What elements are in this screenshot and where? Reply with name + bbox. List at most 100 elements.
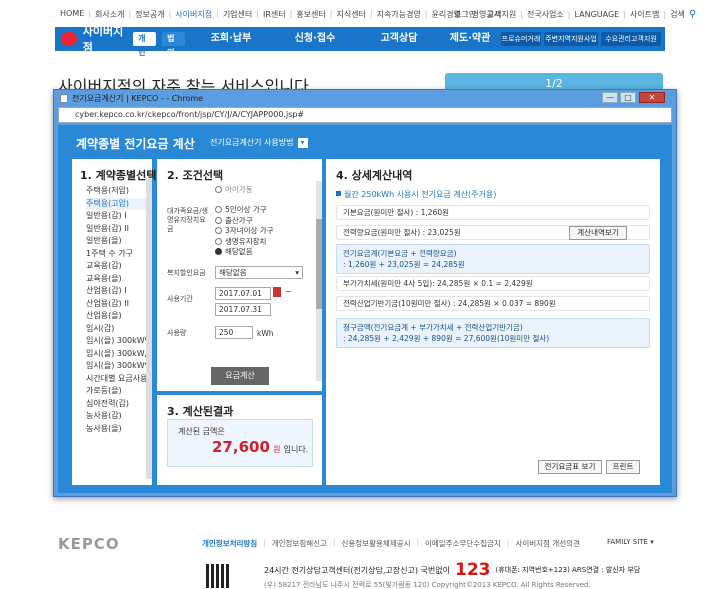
- print-button[interactable]: 프린트: [606, 460, 640, 474]
- option-three-children[interactable]: 3자녀이상 가구: [215, 226, 274, 237]
- chevron-down-icon: ▾: [650, 538, 654, 546]
- window-title: 전기요금계산기 | KEPCO - - Chrome: [72, 93, 204, 103]
- url-bar[interactable]: cyber.kepco.co.kr/ckepco/front/jsp/CY/J/…: [58, 107, 672, 123]
- footer-feedback[interactable]: 사이버지점 개선의견: [515, 538, 579, 549]
- util-login[interactable]: 로그인: [454, 9, 476, 20]
- rate-table-button[interactable]: 전기요금표 보기: [538, 460, 602, 474]
- qr-code-icon: [206, 564, 230, 588]
- date-tilde: ~: [285, 287, 292, 296]
- contract-type-item[interactable]: 교육용(갑): [86, 260, 151, 273]
- utility-links-left: HOME | 회사소개 | 정보공개 | 사이버지점 | 기업센터 | IR센터 | 홍보센…: [60, 9, 502, 20]
- contract-type-item[interactable]: 일반용(을): [86, 235, 151, 248]
- panel4-title: 4. 상세계산내역: [336, 169, 413, 182]
- contract-type-item[interactable]: 임시(을) 300kW▲: [86, 348, 151, 361]
- big-family-label: 대가족요금/생명유지장치요금: [167, 207, 208, 233]
- welfare-select[interactable]: 해당없음 ▾: [215, 266, 303, 279]
- contract-type-item[interactable]: 산업용(갑) II: [86, 298, 151, 311]
- util-link-sustain[interactable]: 지속가능경영: [377, 9, 421, 20]
- call-note: (휴대폰: 지역번호+123) ARS연결 : 발신자 부담: [495, 566, 641, 574]
- detail-view-button[interactable]: 계산내역보기: [569, 226, 627, 240]
- util-language[interactable]: LANGUAGE: [574, 10, 619, 19]
- date-to-field[interactable]: 2017.07.31: [215, 303, 271, 316]
- util-link-disclosure[interactable]: 정보공개: [135, 9, 164, 20]
- call-number: 123: [454, 560, 491, 580]
- nav-inquiry-payment[interactable]: 조회·납부: [189, 27, 273, 51]
- search-icon[interactable]: ⚲: [689, 9, 696, 20]
- footer-address: (우) 58217 전라남도 나주시 전력로 55(빛가람동 120) Copy…: [264, 581, 591, 589]
- contract-type-item[interactable]: 산업용(을): [86, 310, 151, 323]
- footer-privacy[interactable]: 개인정보처리방침: [202, 538, 257, 549]
- date-from-field[interactable]: 2017.07.01: [215, 287, 271, 300]
- contract-type-item[interactable]: 임시(을) 300kW▼: [86, 360, 151, 373]
- option-five-plus[interactable]: 5인이상 가구: [215, 205, 274, 216]
- nav-application[interactable]: 신청·접수: [273, 27, 357, 51]
- contract-type-item[interactable]: 주택용(저압): [86, 185, 151, 198]
- brand-label[interactable]: 사이버지점: [83, 23, 127, 55]
- guide-link[interactable]: 전기요금계산기 사용방법 ▾: [210, 137, 308, 148]
- util-link-ir[interactable]: IR센터: [263, 9, 286, 20]
- condition-panel: 2. 조건선택 아이가동 대가족요금/생명유지장치요금 5인이상 가구 출산가구…: [157, 159, 322, 391]
- partial-option[interactable]: 아이가동: [215, 185, 253, 196]
- utility-links-right: 로그인 | 고객지원 | 전국사업소 | LANGUAGE | 사이트맵 | 검색 ⚲: [454, 9, 697, 20]
- toggle-personal[interactable]: 개인: [133, 32, 157, 57]
- maximize-icon[interactable]: □: [620, 92, 636, 103]
- address-text: cyber.kepco.co.kr/ckepco/front/jsp/CY/J/…: [75, 110, 305, 119]
- util-offices[interactable]: 전국사업소: [527, 9, 564, 20]
- contract-type-item[interactable]: 교육용(을): [86, 273, 151, 286]
- row-base-fee: 기본요금(원미만 절사) : 1,260원: [336, 205, 650, 220]
- nav-consulting[interactable]: 고객상담: [357, 27, 441, 51]
- row-fund: 전력산업기반기금(10원미만 절사) : 24,285원 × 0.037 = 8…: [336, 296, 650, 311]
- calculate-button[interactable]: 요금계산: [211, 367, 269, 385]
- toggle-corporate[interactable]: 법인: [162, 32, 185, 57]
- period-label: 사용기간: [167, 295, 193, 303]
- util-support[interactable]: 고객지원: [487, 9, 516, 20]
- option-life-support[interactable]: 생명유지장치: [215, 237, 274, 248]
- contract-type-item[interactable]: 농사용(갑): [86, 410, 151, 423]
- window-titlebar[interactable]: 전기요금계산기 | KEPCO - - Chrome: [54, 90, 676, 106]
- usage-input[interactable]: 250: [215, 326, 253, 339]
- call-label: 24시간 전기상담고객센터(전기상담,고장신고) 국번없이: [264, 565, 450, 575]
- util-link-cyber[interactable]: 사이버지점: [175, 9, 212, 20]
- nav-demand-mgmt-button[interactable]: 수요관리고객지원: [601, 32, 661, 46]
- nav-brand: 사이버지점 개인 법인: [55, 25, 185, 57]
- footer-credit[interactable]: 신용정보활용체제공시: [341, 538, 410, 549]
- util-search[interactable]: 검색: [670, 9, 685, 20]
- contract-type-item[interactable]: 심야전력(갑): [86, 398, 151, 411]
- contract-type-item[interactable]: 임시(을) 300kW▼: [86, 335, 151, 348]
- minimize-icon[interactable]: —: [602, 92, 618, 103]
- util-link-home[interactable]: HOME: [60, 9, 84, 20]
- contract-type-item[interactable]: 임시(갑): [86, 323, 151, 336]
- contract-type-item[interactable]: 산업용(갑) I: [86, 285, 151, 298]
- util-link-company[interactable]: 회사소개: [95, 9, 124, 20]
- option-birth[interactable]: 출산가구: [215, 216, 274, 227]
- family-site-select[interactable]: FAMILY SITE ▾: [607, 538, 654, 546]
- nav-prosumer-button[interactable]: 프로슈머거래: [501, 32, 541, 46]
- util-sitemap[interactable]: 사이트맵: [630, 9, 659, 20]
- contract-type-panel: 1. 계약종별선택 주택용(저압) 주택용(고압) 일반용(갑) I 일반용(갑) I…: [72, 159, 156, 485]
- nav-regional-support-button[interactable]: 주변지역지원사업: [544, 32, 598, 46]
- util-link-knowledge[interactable]: 지식센터: [336, 9, 365, 20]
- chevron-down-icon: ▾: [297, 137, 308, 148]
- nav-policy[interactable]: 제도·약관: [441, 27, 499, 51]
- calculator-title: 계약종별 전기요금 계산: [76, 137, 195, 151]
- contract-type-item[interactable]: 일반용(갑) I: [86, 210, 151, 223]
- contract-type-item[interactable]: 시간대별 요금사용: [86, 373, 151, 386]
- contract-type-item[interactable]: 일반용(갑) II: [86, 223, 151, 236]
- util-link-biz[interactable]: 기업센터: [223, 9, 252, 20]
- close-icon[interactable]: ✕: [639, 92, 665, 103]
- dropdown-arrow-icon: ▾: [295, 268, 299, 277]
- calendar-icon[interactable]: [273, 287, 281, 297]
- page-icon: [60, 93, 68, 103]
- calculator-content: 계약종별 전기요금 계산 전기요금계산기 사용방법 ▾ 1. 계약종별선택 주택…: [58, 125, 672, 493]
- panel1-title: 1. 계약종별선택: [80, 169, 157, 182]
- option-none[interactable]: 해당없음: [215, 247, 274, 258]
- footer-report[interactable]: 개인정보침해신고: [272, 538, 327, 549]
- contract-list-scrollbar[interactable]: [146, 179, 152, 479]
- contract-type-item[interactable]: 주택용(고압): [86, 197, 151, 210]
- footer-email[interactable]: 이메일주소무단수집금지: [425, 538, 501, 549]
- contract-type-item[interactable]: 1주택 수 가구: [86, 248, 151, 261]
- util-link-pr[interactable]: 홍보센터: [296, 9, 325, 20]
- contract-type-item[interactable]: 가로등(을): [86, 385, 151, 398]
- contract-type-item[interactable]: 농사용(을): [86, 423, 151, 436]
- condition-scroll-thumb[interactable]: [316, 219, 322, 309]
